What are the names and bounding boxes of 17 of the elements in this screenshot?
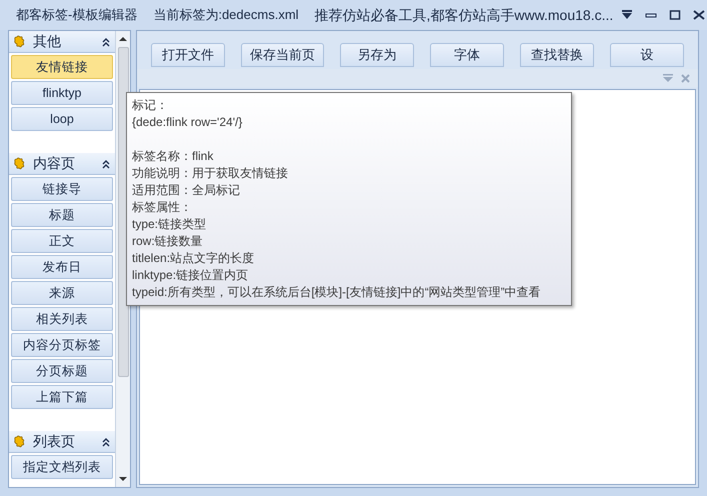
current-tag-label: 当前标签为:dedecms.xml (153, 6, 299, 24)
tooltip-line: linktype:链接位置内页 (132, 267, 250, 284)
tooltip-line: type:链接类型 (132, 216, 208, 233)
tooltip-line: {dede:flink row='24'/} (132, 114, 244, 131)
section-title: 其他 (33, 32, 62, 51)
section-title: 列表页 (33, 432, 76, 451)
section-title: 内容页 (33, 154, 76, 173)
tooltip-line: 标签属性： (132, 199, 193, 216)
tooltip-line: 适用范围：全局标记 (132, 182, 241, 199)
promo-text: 推荐仿站必备工具,都客仿站高手www.mou18.c... (314, 6, 614, 24)
tooltip-line: 标签名称：flink (132, 148, 214, 165)
tooltip-line: row:链接数量 (132, 233, 204, 250)
window-title: 都客标签-模板编辑器 (16, 6, 138, 24)
tooltip-line: 功能说明：用于获取友情链接 (132, 165, 289, 182)
tooltip-line: titlelen:站点文字的长度 (132, 250, 256, 267)
tooltip-line: 标记： (132, 97, 169, 114)
tooltip-line: typeid:所有类型，可以在系统后台[模块]-[友情链接]中的“网站类型管理”中查看 (132, 284, 542, 301)
